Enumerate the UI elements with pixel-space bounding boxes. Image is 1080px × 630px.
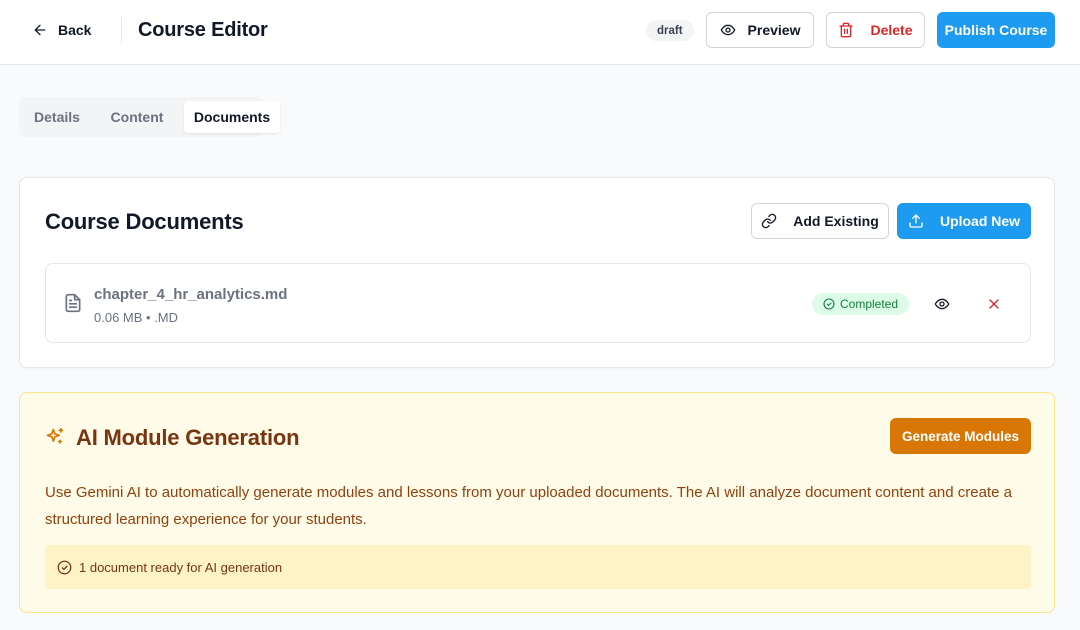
tab-details[interactable]: Details [25,101,89,133]
document-status-badge: Completed [812,293,910,315]
top-bar: Back Course Editor draft Preview Delete … [0,0,1080,65]
back-button[interactable]: Back [24,14,99,46]
document-row: chapter_4_hr_analytics.md 0.06 MB • .MD … [45,263,1031,343]
trash-icon [839,22,854,38]
ai-ready-note: 1 document ready for AI generation [45,545,1031,589]
course-documents-card: Course Documents Add Existing Upload New… [19,177,1055,368]
tab-content[interactable]: Content [93,101,181,133]
add-existing-label: Add Existing [793,213,879,229]
preview-label: Preview [747,22,801,38]
upload-icon [909,214,923,228]
tab-documents[interactable]: Documents [184,101,280,133]
upload-new-label: Upload New [939,213,1021,229]
check-circle-icon [823,298,835,310]
eye-icon [934,298,950,310]
ai-ready-text: 1 document ready for AI generation [79,559,283,575]
page-title: Course Editor [138,19,268,41]
document-name: chapter_4_hr_analytics.md [94,286,288,303]
view-document-button[interactable] [926,288,958,320]
delete-button[interactable]: Delete [826,12,925,48]
close-icon [989,299,999,309]
back-label: Back [58,22,92,38]
add-existing-button[interactable]: Add Existing [751,203,889,239]
sparkles-icon [46,427,64,444]
arrow-left-icon [34,24,46,36]
ai-section-title: AI Module Generation [76,425,300,450]
delete-label: Delete [870,22,913,38]
generate-modules-button[interactable]: Generate Modules [890,418,1031,454]
ai-description: Use Gemini AI to automatically generate … [45,484,1012,528]
publish-course-button[interactable]: Publish Course [937,12,1055,48]
file-text-icon [65,293,81,313]
tab-list: Details Content Documents [19,97,280,137]
document-meta: 0.06 MB • .MD [94,310,179,325]
documents-title: Course Documents [45,209,244,234]
preview-button[interactable]: Preview [706,12,814,48]
ai-module-generation-card: AI Module Generation Generate Modules Us… [19,392,1055,613]
remove-document-button[interactable] [978,288,1010,320]
publish-label: Publish Course [944,22,1048,38]
link-icon [761,213,777,229]
check-circle-icon [57,560,72,574]
document-status-label: Completed [840,297,899,311]
eye-icon [720,24,735,36]
upload-new-button[interactable]: Upload New [897,203,1031,239]
status-badge: draft [646,20,694,41]
header-divider [121,17,122,43]
generate-modules-label: Generate Modules [901,428,1020,444]
